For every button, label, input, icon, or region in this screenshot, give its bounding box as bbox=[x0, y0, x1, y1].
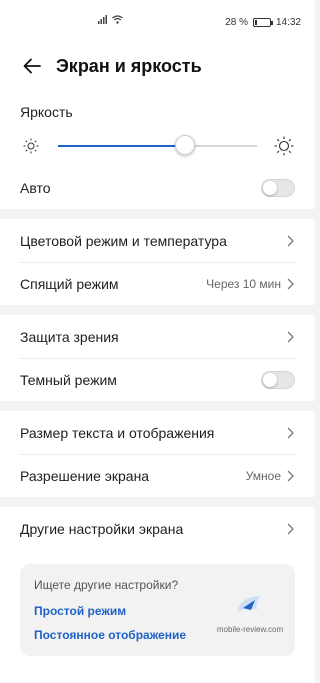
app-header: Экран и яркость bbox=[0, 42, 315, 90]
status-right: 28 % 14:32 bbox=[225, 15, 301, 28]
brightness-slider-row bbox=[20, 126, 295, 166]
color-mode-label: Цветовой режим и температура bbox=[20, 232, 227, 249]
screen: 28 % 14:32 Экран и яркость Яркость Авто … bbox=[0, 0, 315, 683]
resolution-row[interactable]: Разрешение экрана Умное bbox=[0, 454, 315, 497]
signal-icon bbox=[98, 15, 107, 24]
other-settings-row[interactable]: Другие настройки экрана bbox=[0, 507, 315, 550]
brightness-slider-fill bbox=[58, 145, 186, 147]
status-bar: 28 % 14:32 bbox=[0, 0, 315, 42]
clock: 14:32 bbox=[275, 16, 301, 28]
arrow-left-icon[interactable] bbox=[18, 52, 46, 80]
auto-brightness-toggle[interactable] bbox=[261, 178, 295, 197]
wifi-icon bbox=[112, 15, 123, 24]
page-title: Экран и яркость bbox=[56, 55, 202, 76]
other-settings-label: Другие настройки экрана bbox=[20, 520, 184, 537]
chevron-right-icon bbox=[285, 330, 295, 344]
brightness-slider-thumb[interactable] bbox=[175, 135, 196, 155]
chevron-right-icon bbox=[285, 277, 295, 291]
auto-brightness-row[interactable]: Авто bbox=[0, 166, 315, 209]
chevron-right-icon bbox=[285, 234, 295, 248]
dark-mode-toggle[interactable] bbox=[261, 370, 295, 389]
suggestion-question: Ищете другие настройки? bbox=[34, 578, 179, 592]
suggestion-wrapper: Ищете другие настройки? Простой режим По… bbox=[0, 550, 315, 683]
dark-mode-label: Темный режим bbox=[20, 371, 117, 388]
status-icons bbox=[98, 15, 123, 24]
suggestion-card: Ищете другие настройки? Простой режим По… bbox=[20, 564, 295, 656]
toggle-knob bbox=[263, 372, 277, 387]
chevron-right-icon bbox=[285, 522, 295, 536]
color-mode-row[interactable]: Цветовой режим и температура bbox=[0, 219, 315, 262]
toggle-knob bbox=[263, 180, 277, 195]
sleep-label: Спящий режим bbox=[20, 275, 119, 292]
other-group: Другие настройки экрана Ищете другие нас… bbox=[0, 507, 315, 683]
resolution-value: Умное bbox=[245, 468, 281, 483]
sleep-value: Через 10 мин bbox=[206, 276, 281, 291]
sun-small-icon bbox=[20, 135, 42, 157]
resolution-label: Разрешение экрана bbox=[20, 467, 150, 484]
watermark: mobile-review.com bbox=[215, 592, 285, 634]
eye-protection-row[interactable]: Защита зрения bbox=[0, 315, 315, 358]
battery-percent: 28 % bbox=[225, 16, 248, 28]
text-size-label: Размер текста и отображения bbox=[20, 424, 215, 441]
eye-protection-label: Защита зрения bbox=[20, 328, 119, 345]
watermark-text: mobile-review.com bbox=[216, 625, 284, 634]
watermark-logo-icon bbox=[237, 596, 261, 612]
display-group: Цветовой режим и температура Спящий режи… bbox=[0, 219, 315, 305]
text-size-row[interactable]: Размер текста и отображения bbox=[0, 411, 315, 454]
sun-large-icon bbox=[273, 135, 295, 157]
sleep-row[interactable]: Спящий режим Через 10 мин bbox=[0, 262, 315, 305]
chevron-right-icon bbox=[285, 469, 295, 483]
chevron-right-icon bbox=[285, 426, 295, 440]
text-group: Размер текста и отображения Разрешение э… bbox=[0, 411, 315, 497]
brightness-slider[interactable] bbox=[58, 135, 257, 155]
brightness-label: Яркость bbox=[20, 104, 73, 120]
comfort-group: Защита зрения Темный режим bbox=[0, 315, 315, 401]
dark-mode-row[interactable]: Темный режим bbox=[0, 358, 315, 401]
auto-brightness-label: Авто bbox=[20, 179, 51, 196]
brightness-group: Яркость Авто bbox=[0, 90, 315, 209]
battery-fill bbox=[254, 19, 258, 25]
battery-icon bbox=[252, 17, 273, 27]
